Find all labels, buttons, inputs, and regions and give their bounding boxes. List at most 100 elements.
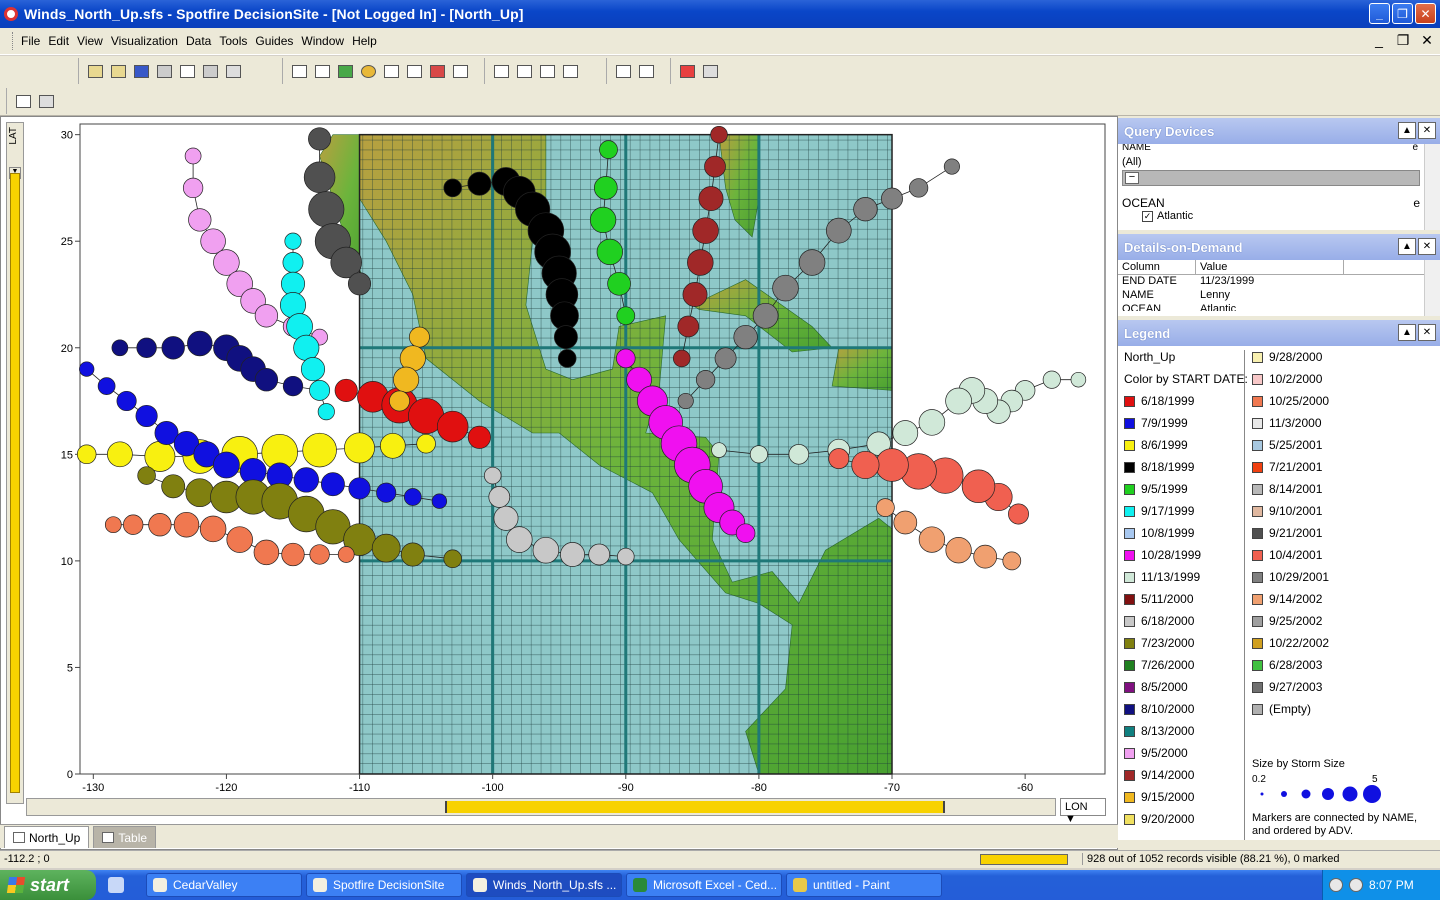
menu-tools[interactable]: Tools (215, 34, 251, 48)
legend-item[interactable]: 6/28/2003 (1252, 654, 1329, 676)
legend-item[interactable]: 5/25/2001 (1252, 434, 1329, 456)
clock[interactable]: 8:07 PM (1369, 878, 1414, 892)
menu-help[interactable]: Help (348, 34, 381, 48)
legend-item[interactable]: 9/27/2003 (1252, 676, 1329, 698)
heat-map-icon[interactable] (427, 61, 447, 81)
copy-icon[interactable] (177, 61, 197, 81)
legend-item[interactable]: 9/10/2001 (1252, 500, 1329, 522)
home-icon[interactable] (36, 91, 56, 111)
legend-item[interactable]: 7/9/1999 (1124, 412, 1248, 434)
ocean-checkbox[interactable]: ✓ (1142, 210, 1153, 222)
taskbar-winds-north-up[interactable]: Winds_North_Up.sfs ... (466, 873, 622, 897)
close-icon[interactable]: ✕ (1418, 122, 1436, 139)
ocean-checkbox-row[interactable]: ✓ Atlantic (1118, 210, 1440, 222)
legend-item[interactable]: 9/25/2002 (1252, 610, 1329, 632)
legend-item[interactable]: 8/5/2000 (1124, 676, 1248, 698)
cascade-icon[interactable] (514, 61, 534, 81)
column-header[interactable]: Column (1118, 260, 1196, 274)
legend-toggle-icon[interactable] (636, 61, 656, 81)
legend-item[interactable]: 8/10/2000 (1124, 698, 1248, 720)
undo-icon[interactable] (223, 61, 243, 81)
lat-range-slider[interactable] (10, 173, 20, 793)
legend-item[interactable]: 9/5/1999 (1124, 478, 1248, 500)
legend-item[interactable]: 8/13/2000 (1124, 720, 1248, 742)
lon-range-slider[interactable] (445, 801, 945, 813)
open-folder-icon[interactable] (108, 61, 128, 81)
legend-item[interactable]: 7/23/2000 (1124, 632, 1248, 654)
start-button[interactable]: start (0, 870, 96, 900)
table-icon[interactable] (450, 61, 470, 81)
legend-item[interactable]: 5/11/2000 (1124, 588, 1248, 610)
name-range-slider[interactable]: − (1122, 170, 1420, 186)
scatter-plot-icon[interactable] (289, 61, 309, 81)
legend-item[interactable]: 8/14/2001 (1252, 478, 1329, 500)
tab-north-up[interactable]: North_Up (4, 826, 90, 848)
menu-guides[interactable]: Guides (251, 34, 297, 48)
legend-item[interactable]: 7/21/2001 (1252, 456, 1329, 478)
legend-item[interactable]: 11/13/1999 (1124, 566, 1248, 588)
legend-item[interactable]: 10/29/2001 (1252, 566, 1329, 588)
properties-icon[interactable] (613, 61, 633, 81)
lon-axis-selector[interactable]: LON ▼ (1060, 798, 1106, 825)
tile-horizontal-icon[interactable] (560, 61, 580, 81)
close-icon[interactable]: ✕ (1418, 238, 1436, 255)
taskbar-cedarvalley[interactable]: CedarValley (146, 873, 302, 897)
legend-item[interactable]: 10/8/1999 (1124, 522, 1248, 544)
legend-item[interactable]: 9/17/1999 (1124, 500, 1248, 522)
network-icon[interactable] (1349, 878, 1363, 892)
legend-item[interactable]: 9/14/2000 (1124, 764, 1248, 786)
minimize-button[interactable]: _ (1369, 3, 1390, 24)
taskbar-spotfire[interactable]: Spotfire DecisionSite (306, 873, 462, 897)
menu-window[interactable]: Window (297, 34, 348, 48)
bar-chart-icon[interactable] (335, 61, 355, 81)
legend-item[interactable]: 8/18/1999 (1124, 456, 1248, 478)
layout-icon[interactable] (491, 61, 511, 81)
legend-item[interactable]: 9/21/2001 (1252, 522, 1329, 544)
legend-item[interactable]: (Empty) (1252, 698, 1329, 720)
collapse-icon[interactable]: ▲ (1398, 238, 1416, 255)
legend-item[interactable]: 10/25/2000 (1252, 390, 1329, 412)
legend-item[interactable]: 7/26/2000 (1124, 654, 1248, 676)
legend-item[interactable]: 10/22/2002 (1252, 632, 1329, 654)
legend-item[interactable]: 10/28/1999 (1124, 544, 1248, 566)
profile-chart-icon[interactable] (404, 61, 424, 81)
pie-chart-icon[interactable] (358, 61, 378, 81)
legend-item[interactable]: 9/20/2000 (1124, 808, 1248, 830)
unmark-icon[interactable] (700, 61, 720, 81)
save-icon[interactable] (131, 61, 151, 81)
tile-vertical-icon[interactable] (537, 61, 557, 81)
tab-table[interactable]: Table (93, 826, 157, 848)
menu-edit[interactable]: Edit (44, 34, 73, 48)
query-devices-scrollbar[interactable] (1424, 144, 1440, 230)
collapse-icon[interactable]: ▲ (1398, 122, 1416, 139)
guide-icon[interactable] (13, 91, 33, 111)
legend-item[interactable]: 9/15/2000 (1124, 786, 1248, 808)
menu-view[interactable]: View (73, 34, 107, 48)
taskbar-paint[interactable]: untitled - Paint (786, 873, 942, 897)
taskbar-excel[interactable]: Microsoft Excel - Ced... (626, 873, 782, 897)
mark-icon[interactable] (677, 61, 697, 81)
legend-item[interactable]: 9/14/2002 (1252, 588, 1329, 610)
lat-axis-selector[interactable]: LAT ▼ (6, 122, 24, 804)
scatter-plot[interactable]: -130 -120 -110 -100 -90 -80 -70 -60 30 25 20 15 10 5 0 (26, 120, 1116, 796)
menu-visualization[interactable]: Visualization (107, 34, 182, 48)
legend-item[interactable]: 6/18/1999 (1124, 390, 1248, 412)
close-button[interactable]: ✕ (1415, 3, 1436, 24)
legend-item[interactable]: 9/5/2000 (1124, 742, 1248, 764)
collapse-icon[interactable]: ▲ (1398, 324, 1416, 341)
mdi-minimize-button[interactable]: _ (1370, 32, 1388, 49)
details-scrollbar[interactable] (1424, 260, 1440, 316)
close-icon[interactable]: ✕ (1418, 324, 1436, 341)
paste-icon[interactable] (200, 61, 220, 81)
mdi-close-button[interactable]: ✕ (1418, 32, 1436, 49)
lon-range-bar[interactable] (26, 798, 1056, 816)
legend-item[interactable]: 9/28/2000 (1252, 346, 1329, 368)
maximize-button[interactable]: ❐ (1392, 3, 1413, 24)
print-icon[interactable] (154, 61, 174, 81)
open-icon[interactable] (85, 61, 105, 81)
line-chart-icon[interactable] (381, 61, 401, 81)
menu-data[interactable]: Data (182, 34, 215, 48)
legend-item[interactable]: 6/18/2000 (1124, 610, 1248, 632)
value-header[interactable]: Value (1196, 260, 1344, 274)
legend-item[interactable]: 8/6/1999 (1124, 434, 1248, 456)
